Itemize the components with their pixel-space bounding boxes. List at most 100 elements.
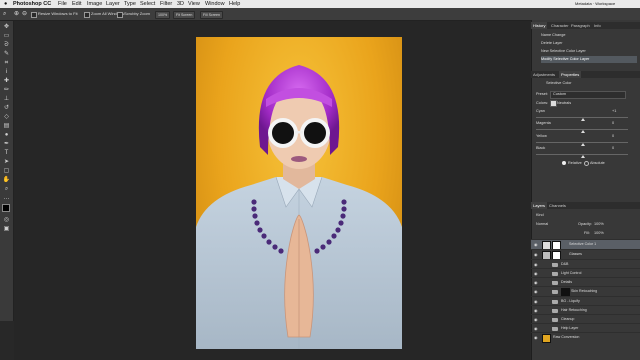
- layer-name: Glasses: [569, 252, 582, 256]
- preset-label: Preset:: [536, 92, 549, 96]
- zoom-out-icon[interactable]: ⊖: [22, 8, 27, 20]
- zoom-tool-icon[interactable]: ⌕: [2, 185, 11, 193]
- path-select-icon[interactable]: ➤: [2, 158, 11, 166]
- preset-select[interactable]: Custom: [550, 91, 626, 99]
- menu-layer[interactable]: Layer: [106, 0, 120, 8]
- slider-value-yellow[interactable]: 0: [612, 134, 614, 138]
- zoom-all-checkbox[interactable]: [84, 12, 90, 18]
- slider-thumb-black[interactable]: [581, 155, 585, 158]
- layer-filter-kind[interactable]: Kind: [536, 213, 544, 217]
- slider-thumb-yellow[interactable]: [581, 143, 585, 146]
- colors-value[interactable]: Neutrals: [557, 101, 571, 105]
- fill-label: Fill:: [584, 231, 590, 235]
- eyedropper-tool-icon[interactable]: ⅰ: [2, 68, 11, 76]
- zoom-tool-icon[interactable]: ⌕: [3, 8, 6, 20]
- visibility-eye-icon[interactable]: ◉: [534, 240, 538, 249]
- layer-row-selective-color[interactable]: ◉ Selective Color 1: [531, 239, 640, 250]
- zoom-100-button[interactable]: 100%: [155, 11, 171, 19]
- history-item[interactable]: New Selective Color Layer: [541, 48, 637, 55]
- menu-app-name[interactable]: Photoshop CC: [13, 0, 51, 8]
- layer-thumb: [542, 334, 551, 343]
- slider-value-black[interactable]: 0: [612, 146, 614, 150]
- marquee-tool-icon[interactable]: ▭: [2, 32, 11, 40]
- brush-tool-icon[interactable]: ✏: [2, 86, 11, 94]
- crop-tool-icon[interactable]: ⌗: [2, 59, 11, 67]
- fill-screen-button[interactable]: Fill Screen: [200, 11, 223, 19]
- eraser-tool-icon[interactable]: ◇: [2, 113, 11, 121]
- scrubby-zoom-checkbox[interactable]: [117, 12, 123, 18]
- layer-row-glasses[interactable]: ◉ Glasses: [531, 249, 640, 260]
- visibility-eye-icon[interactable]: ◉: [534, 333, 538, 342]
- apple-icon[interactable]: ●: [4, 0, 7, 8]
- visibility-eye-icon[interactable]: ◉: [534, 250, 538, 259]
- zoom-in-icon[interactable]: ⊕: [14, 8, 19, 20]
- blend-mode-select[interactable]: Normal: [536, 222, 548, 226]
- pen-tool-icon[interactable]: ✒: [2, 140, 11, 148]
- scrubby-zoom-label: Scrubby Zoom: [124, 11, 151, 16]
- foreground-color-swatch[interactable]: [2, 204, 10, 212]
- tab-properties[interactable]: Properties: [559, 71, 582, 78]
- menu-edit[interactable]: Edit: [72, 0, 81, 8]
- quick-mask-icon[interactable]: ◎: [2, 216, 11, 224]
- hand-tool-icon[interactable]: ✋: [2, 176, 11, 184]
- type-tool-icon[interactable]: T: [2, 149, 11, 157]
- layer-row-raw-conversion[interactable]: ◉ Raw Conversion: [531, 332, 640, 343]
- menu-select[interactable]: Select: [140, 0, 155, 8]
- menu-file[interactable]: File: [58, 0, 67, 8]
- layer-name: Selective Color 1: [569, 242, 597, 246]
- tab-history[interactable]: History: [531, 22, 548, 29]
- tab-character[interactable]: Character: [549, 22, 571, 29]
- slider-value-magenta[interactable]: 0: [612, 121, 614, 125]
- tab-paragraph[interactable]: Paragraph: [569, 22, 592, 29]
- history-brush-icon[interactable]: ↺: [2, 104, 11, 112]
- absolute-radio[interactable]: [584, 161, 589, 166]
- healing-brush-icon[interactable]: ✚: [2, 77, 11, 85]
- portrait-illustration: [196, 65, 402, 349]
- properties-title: Selective Color: [546, 81, 572, 85]
- folder-icon: [552, 263, 558, 267]
- history-tab-row: History Character Paragraph Info: [531, 22, 640, 29]
- tab-channels[interactable]: Channels: [547, 202, 568, 209]
- absolute-label: Absolute: [590, 161, 605, 165]
- menu-type[interactable]: Type: [124, 0, 136, 8]
- menubar-status: Metadata · Workspace: [575, 1, 616, 6]
- menu-help[interactable]: Help: [229, 0, 240, 8]
- visibility-eye-icon[interactable]: ◉: [534, 287, 538, 296]
- menu-filter[interactable]: Filter: [160, 0, 172, 8]
- preset-value: Custom: [553, 92, 567, 96]
- opacity-value[interactable]: 100%: [594, 222, 604, 226]
- tab-layers[interactable]: Layers: [531, 202, 548, 209]
- menu-window[interactable]: Window: [205, 0, 225, 8]
- tab-adjustments[interactable]: Adjustments: [531, 71, 557, 78]
- dodge-tool-icon[interactable]: ●: [2, 131, 11, 139]
- history-item[interactable]: Delete Layer: [541, 40, 637, 47]
- lasso-tool-icon[interactable]: ᘐ: [2, 41, 11, 49]
- quick-select-tool-icon[interactable]: ✎: [2, 50, 11, 58]
- fit-screen-button[interactable]: Fit Screen: [173, 11, 196, 19]
- screen-mode-icon[interactable]: ▣: [2, 225, 11, 233]
- more-tools-icon[interactable]: …: [2, 194, 11, 202]
- menu-image[interactable]: Image: [87, 0, 102, 8]
- relative-radio[interactable]: [562, 161, 566, 165]
- resize-windows-checkbox[interactable]: [31, 12, 37, 18]
- history-item[interactable]: Name Change: [541, 32, 637, 39]
- menu-3d[interactable]: 3D: [177, 0, 184, 8]
- slider-value-cyan[interactable]: +1: [612, 109, 616, 113]
- clone-stamp-icon[interactable]: ⊥: [2, 95, 11, 103]
- history-item-selected[interactable]: Modify Selective Color Layer: [541, 56, 637, 63]
- fill-value[interactable]: 100%: [594, 231, 604, 235]
- slider-thumb-magenta[interactable]: [581, 130, 585, 133]
- slider-thumb-cyan[interactable]: [581, 118, 585, 121]
- menu-view[interactable]: View: [188, 0, 200, 8]
- tab-info[interactable]: Info: [592, 22, 603, 29]
- folder-icon: [552, 327, 558, 331]
- tools-panel: ✥ ▭ ᘐ ✎ ⌗ ⅰ ✚ ✏ ⊥ ↺ ◇ ▤ ● ✒ T ➤ ▢ ✋ ⌕ … …: [0, 21, 14, 321]
- gradient-tool-icon[interactable]: ▤: [2, 122, 11, 130]
- folder-icon: [552, 309, 558, 313]
- layer-row-skin-retouching[interactable]: ◉ Skin Retouching: [531, 286, 640, 297]
- slider-label-magenta: Magenta: [536, 121, 551, 125]
- move-tool-icon[interactable]: ✥: [2, 23, 11, 31]
- portrait-photo[interactable]: [196, 37, 402, 349]
- folder-icon: [552, 272, 558, 276]
- shape-tool-icon[interactable]: ▢: [2, 167, 11, 175]
